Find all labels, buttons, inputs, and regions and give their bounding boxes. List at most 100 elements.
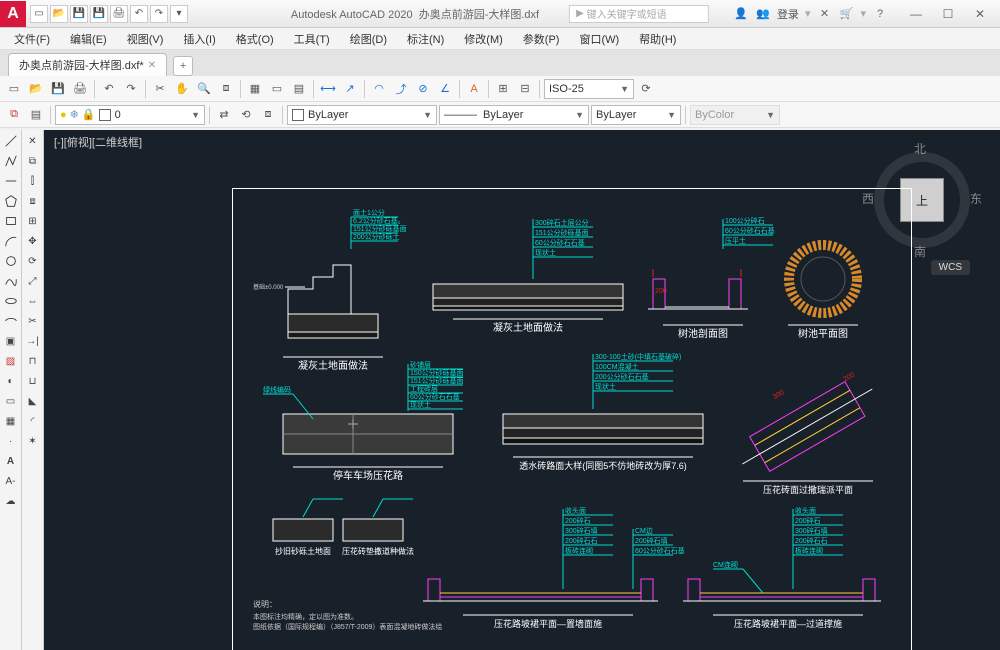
dim-baseline-icon[interactable]: ⊟ [515,79,535,99]
menu-view[interactable]: 视图(V) [117,29,174,49]
viewport-label[interactable]: [-][俯视][二维线框] [54,134,142,150]
menu-file[interactable]: 文件(F) [4,29,60,49]
user2-icon[interactable]: 👥 [755,6,771,22]
menu-insert[interactable]: 插入(I) [173,29,225,49]
app-logo[interactable]: A [0,1,26,27]
dim-radius-icon[interactable]: ⤴ [391,79,411,99]
minimize-button[interactable]: — [902,7,930,21]
layer-states-icon[interactable]: ▤ [26,105,46,125]
menu-tools[interactable]: 工具(T) [284,29,340,49]
pan-icon[interactable]: ✋ [172,79,192,99]
ray-icon[interactable] [2,172,20,190]
copy-icon[interactable]: ⧉ [24,152,42,170]
save-file-icon[interactable]: 💾 [48,79,68,99]
new-icon[interactable]: ▭ [30,5,48,23]
properties-icon[interactable]: ▦ [245,79,265,99]
menu-help[interactable]: 帮助(H) [629,29,686,49]
sheet-icon[interactable]: ▭ [267,79,287,99]
mirror-icon[interactable]: ⫿ [24,172,42,190]
plotstyle-combo[interactable]: ByColor ▼ [690,105,780,125]
user-icon[interactable]: 👤 [733,6,749,22]
scale-icon[interactable]: ⤢ [24,272,42,290]
plot-icon[interactable]: 🖨 [70,79,90,99]
lineweight-combo[interactable]: ByLayer ▼ [591,105,681,125]
new-tab-button[interactable]: + [173,56,193,76]
layer-prev-icon[interactable]: ⟲ [236,105,256,125]
menu-dimension[interactable]: 标注(N) [397,29,454,49]
stretch-icon[interactable]: ⇔ [24,292,42,310]
compass-north[interactable]: 北 [914,140,926,157]
open-icon[interactable]: 📂 [50,5,68,23]
tab-close-icon[interactable]: ✕ [148,60,156,71]
qat-more-icon[interactable]: ▾ [170,5,188,23]
revision-cloud-icon[interactable]: ☁ [2,492,20,510]
dim-diameter-icon[interactable]: ⊘ [413,79,433,99]
menu-window[interactable]: 窗口(W) [569,29,629,49]
login-link[interactable]: 登录 [777,6,799,22]
mtext-icon[interactable]: A- [2,472,20,490]
layer-match-icon[interactable]: ⇄ [214,105,234,125]
maximize-button[interactable]: ☐ [934,7,962,21]
save-icon[interactable]: 💾 [70,5,88,23]
rotate-icon[interactable]: ⟳ [24,252,42,270]
layer-iso-icon[interactable]: ⧈ [258,105,278,125]
array-icon[interactable]: ⊞ [24,212,42,230]
cut-icon[interactable]: ✂ [150,79,170,99]
line-icon[interactable] [2,132,20,150]
menu-modify[interactable]: 修改(M) [454,29,513,49]
insert-icon[interactable]: ▣ [2,332,20,350]
ellipse-arc-icon[interactable] [2,312,20,330]
menu-param[interactable]: 参数(P) [513,29,570,49]
spline-icon[interactable] [2,272,20,290]
fillet-icon[interactable]: ◜ [24,412,42,430]
move-icon[interactable]: ✥ [24,232,42,250]
trim-icon[interactable]: ✂ [24,312,42,330]
dim-linear-icon[interactable]: ⟷ [318,79,338,99]
hatch-icon[interactable]: ▨ [2,352,20,370]
arc-icon[interactable] [2,232,20,250]
table-icon[interactable]: ▦ [2,412,20,430]
calc-icon[interactable]: ▤ [289,79,309,99]
zoom-icon[interactable]: 🔍 [194,79,214,99]
polyline-icon[interactable] [2,152,20,170]
print-icon[interactable]: 🖨 [110,5,128,23]
help-icon[interactable]: ? [872,6,888,22]
offset-icon[interactable]: ⧈ [24,192,42,210]
join-icon[interactable]: ⊔ [24,372,42,390]
redo-btn-icon[interactable]: ↷ [121,79,141,99]
dimstyle-combo[interactable]: ISO-25 ▼ [544,79,634,99]
explode-icon[interactable]: ✶ [24,432,42,450]
cart-icon[interactable]: 🛒 [838,6,854,22]
layer-combo[interactable]: ● ❄ 🔒 0 ▼ [55,105,205,125]
menu-edit[interactable]: 编辑(E) [60,29,117,49]
extend-icon[interactable]: →| [24,332,42,350]
circle-icon[interactable] [2,252,20,270]
gradient-icon[interactable]: ◐ [2,372,20,390]
compass-east[interactable]: 东 [970,190,982,207]
open-file-icon[interactable]: 📂 [26,79,46,99]
color-combo[interactable]: ByLayer ▼ [287,105,437,125]
file-tab[interactable]: 办奥点前游园-大样图.dxf* ✕ [8,53,167,76]
point-icon[interactable]: · [2,432,20,450]
close-button[interactable]: ✕ [966,7,994,21]
chamfer-icon[interactable]: ◣ [24,392,42,410]
exchange-icon[interactable]: ✕ [816,6,832,22]
menu-draw[interactable]: 绘图(D) [340,29,397,49]
compass-south[interactable]: 南 [914,243,926,260]
dim-arc-icon[interactable]: ◠ [369,79,389,99]
linetype-combo[interactable]: ——— ByLayer ▼ [439,105,589,125]
dim-leader-icon[interactable]: A [464,79,484,99]
redo-icon[interactable]: ↷ [150,5,168,23]
wcs-badge[interactable]: WCS [931,260,970,275]
search-input[interactable]: ▶ 键入关键字或短语 [569,5,709,23]
region-icon[interactable]: ▭ [2,392,20,410]
erase-icon[interactable]: ✕ [24,132,42,150]
text-icon[interactable]: A [2,452,20,470]
break-icon[interactable]: ⊓ [24,352,42,370]
dim-continue-icon[interactable]: ⊞ [493,79,513,99]
polygon-icon[interactable] [2,192,20,210]
saveas-icon[interactable]: 💾 [90,5,108,23]
rectangle-icon[interactable] [2,212,20,230]
layer-manager-icon[interactable]: ⧉ [4,105,24,125]
dim-aligned-icon[interactable]: ↗ [340,79,360,99]
